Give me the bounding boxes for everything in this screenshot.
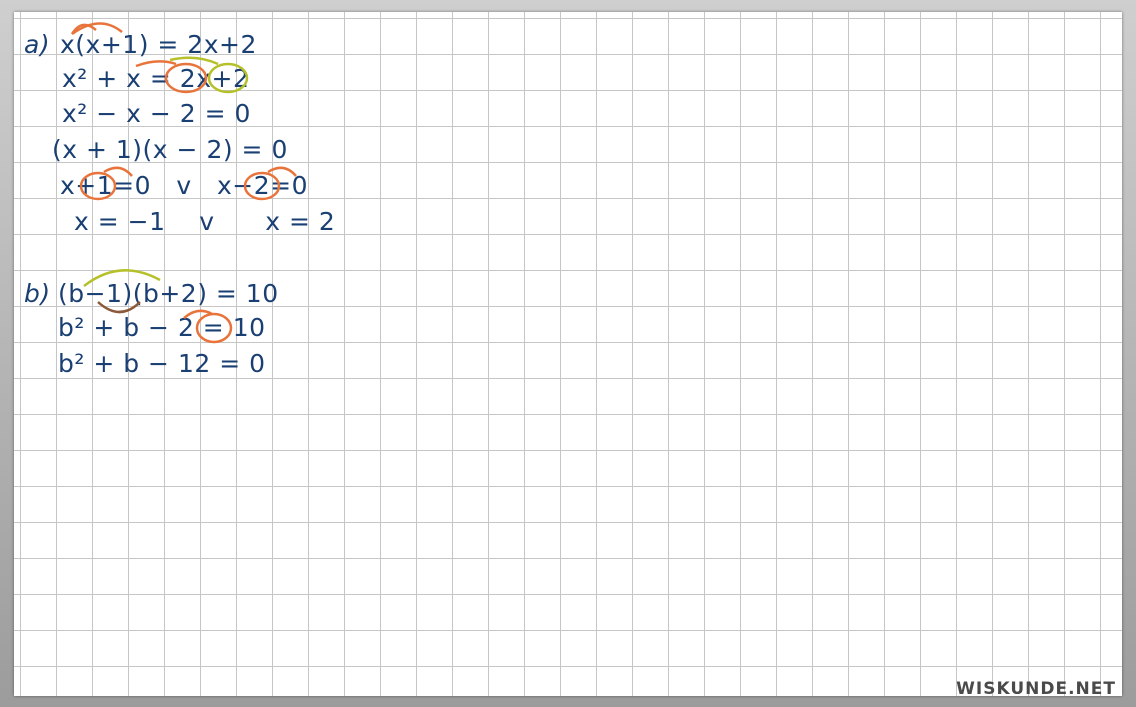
part-a-line-3: x² − x − 2 = 0 xyxy=(62,99,251,128)
part-b-line-3: b² + b − 12 = 0 xyxy=(58,349,266,378)
part-a-label: a) xyxy=(24,30,51,59)
part-b-line-2: b² + b − 2 = 10 xyxy=(58,313,266,342)
part-a-line-5: x+1=0 v x−2=0 xyxy=(60,171,308,200)
watermark-logo: WISKUNDE.NET xyxy=(956,679,1116,699)
part-a-line-4: (x + 1)(x − 2) = 0 xyxy=(52,135,288,164)
part-a-line-1: x(x+1) = 2x+2 xyxy=(60,30,257,59)
part-a-line-2: x² + x = 2x+2 xyxy=(62,64,250,93)
part-b-line-1: (b−1)(b+2) = 10 xyxy=(58,279,279,308)
part-b-label: b) xyxy=(24,279,51,308)
part-a-line-6: x = −1 v x = 2 xyxy=(74,207,336,236)
